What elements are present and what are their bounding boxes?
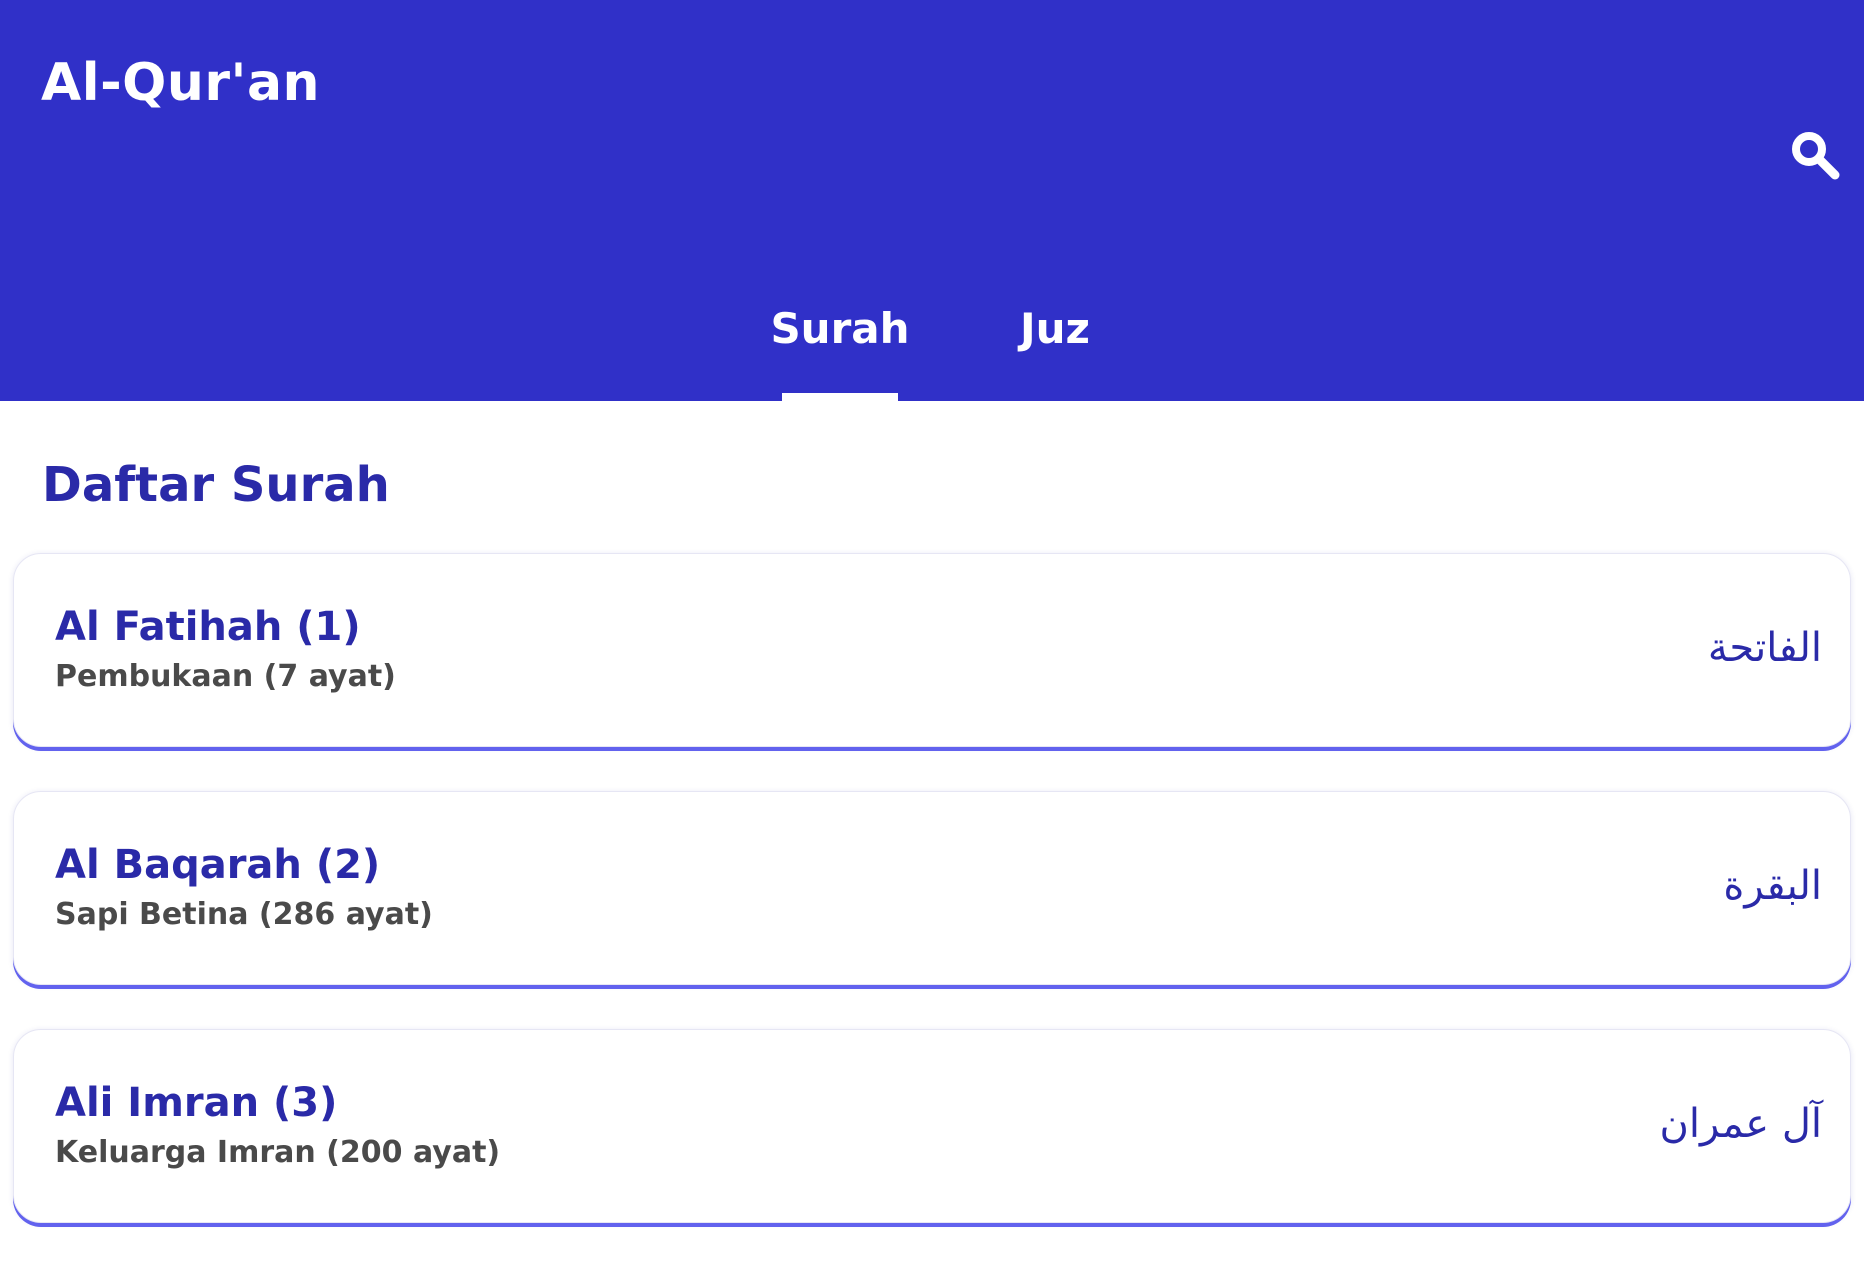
surah-card-ali-imran[interactable]: Ali Imran (3) Keluarga Imran (200 ayat) …	[13, 1029, 1851, 1223]
search-button[interactable]	[1780, 120, 1850, 190]
app-title: Al-Qur'an	[41, 53, 321, 113]
surah-name: Ali Imran (3)	[55, 1080, 338, 1126]
surah-list: Al Fatihah (1) Pembukaan (7 ayat) الفاتح…	[13, 553, 1851, 1267]
active-tab-indicator	[782, 393, 898, 401]
surah-arabic-name: الفاتحة	[1707, 625, 1822, 671]
surah-name: Al Baqarah (2)	[55, 842, 381, 888]
surah-meaning: Keluarga Imran (200 ayat)	[55, 1135, 501, 1170]
app-header: Al-Qur'an Surah Juz	[0, 0, 1864, 401]
surah-arabic-name: آل عمران	[1659, 1101, 1822, 1147]
tab-juz[interactable]: Juz	[1000, 290, 1110, 401]
tab-surah-label: Surah	[770, 304, 910, 353]
surah-card-al-baqarah[interactable]: Al Baqarah (2) Sapi Betina (286 ayat) ال…	[13, 791, 1851, 985]
tab-juz-label: Juz	[1020, 304, 1090, 353]
tab-bar: Surah Juz	[0, 290, 1864, 401]
surah-arabic-name: البقرة	[1723, 863, 1822, 909]
surah-meaning: Sapi Betina (286 ayat)	[55, 897, 433, 932]
search-icon	[1792, 132, 1840, 180]
surah-card-al-fatihah[interactable]: Al Fatihah (1) Pembukaan (7 ayat) الفاتح…	[13, 553, 1851, 747]
section-title: Daftar Surah	[42, 457, 390, 513]
surah-name: Al Fatihah (1)	[55, 604, 361, 650]
tab-surah[interactable]: Surah	[770, 290, 910, 401]
surah-meaning: Pembukaan (7 ayat)	[55, 659, 396, 694]
